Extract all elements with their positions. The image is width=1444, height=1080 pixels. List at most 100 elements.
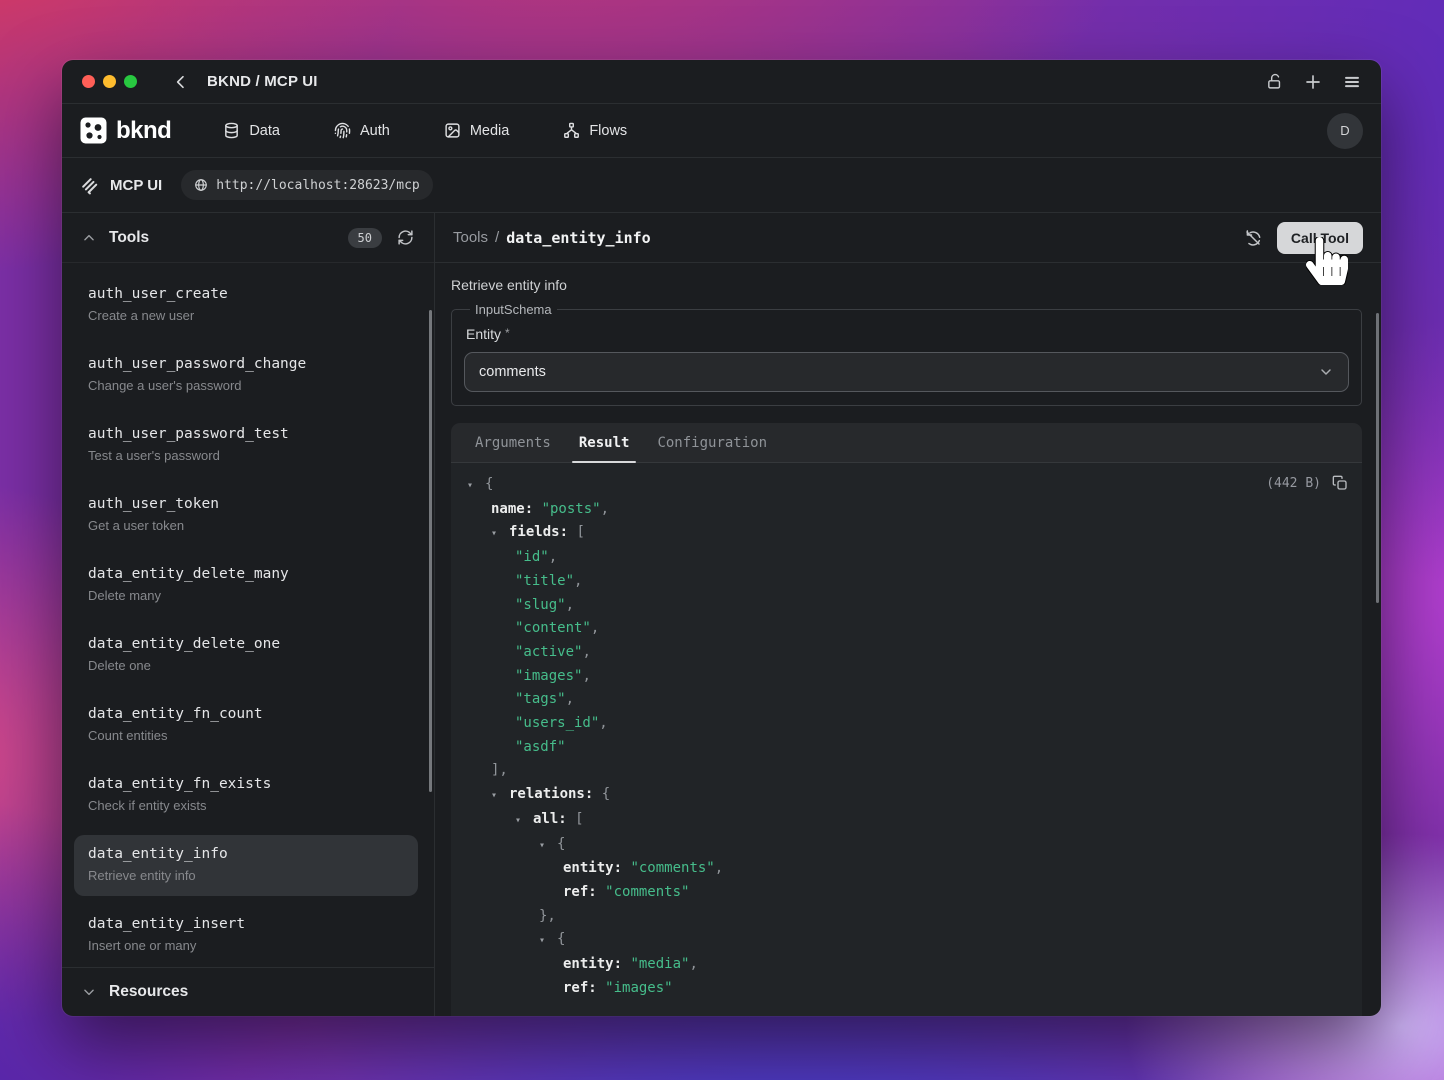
bknd-logo-icon	[80, 117, 107, 144]
json-line: ▾fields: [	[451, 521, 1362, 546]
tool-item[interactable]: data_entity_delete_oneDelete one	[74, 625, 418, 686]
tools-section-header[interactable]: Tools 50	[62, 213, 434, 263]
nav-item-media[interactable]: Media	[444, 122, 510, 139]
tab-configuration[interactable]: Configuration	[650, 423, 774, 462]
json-line: name: "posts",	[451, 498, 1362, 522]
entity-select[interactable]: comments	[464, 352, 1349, 392]
new-tab-icon[interactable]	[1304, 73, 1322, 91]
tab-arguments[interactable]: Arguments	[468, 423, 558, 462]
user-avatar[interactable]: D	[1327, 113, 1363, 149]
tools-count-badge: 50	[348, 228, 382, 248]
json-line: ▾all: [	[451, 808, 1362, 833]
mcp-title: MCP UI	[110, 177, 162, 194]
nav-item-flows[interactable]: Flows	[563, 122, 627, 139]
close-window-button[interactable]	[82, 75, 95, 88]
mcp-logo-icon	[80, 176, 99, 195]
json-code: ▾{name: "posts",▾fields: ["id","title","…	[451, 473, 1362, 1000]
tool-item[interactable]: data_entity_delete_manyDelete many	[74, 555, 418, 616]
tool-description: Change a user's password	[88, 376, 404, 396]
bknd-logo[interactable]: bknd	[80, 117, 171, 145]
tool-item[interactable]: auth_user_password_testTest a user's pas…	[74, 415, 418, 476]
tool-detail-panel: Tools / data_entity_info Call Tool Retri…	[435, 213, 1381, 1016]
entity-select-value: comments	[479, 364, 546, 380]
call-tool-button[interactable]: Call Tool	[1277, 222, 1363, 254]
tool-item[interactable]: data_entity_insertInsert one or many	[74, 905, 418, 966]
menu-icon[interactable]	[1343, 73, 1361, 91]
tool-description: Delete many	[88, 586, 404, 606]
collapse-triangle-icon[interactable]: ▾	[539, 834, 557, 858]
tools-sidebar: Tools 50 auth_user_createCreate a new us…	[62, 213, 435, 1016]
chevron-down-icon	[82, 985, 96, 999]
tool-item[interactable]: data_entity_fn_countCount entities	[74, 695, 418, 756]
tool-list: auth_user_createCreate a new user auth_us…	[62, 263, 434, 967]
json-line: "tags",	[451, 688, 1362, 712]
mcp-url-pill[interactable]: http://localhost:28623/mcp	[181, 170, 433, 200]
input-schema-legend: InputSchema	[470, 302, 557, 317]
tool-name: data_entity_info	[88, 843, 404, 865]
globe-icon	[194, 178, 208, 192]
collapse-triangle-icon[interactable]: ▾	[515, 809, 533, 833]
json-line: "id",	[451, 546, 1362, 570]
mcp-url: http://localhost:28623/mcp	[216, 178, 420, 193]
auto-refresh-off-icon[interactable]	[1244, 229, 1262, 247]
json-line: ▾{	[451, 473, 1362, 498]
tools-header-label: Tools	[109, 229, 149, 247]
tabs-row: Arguments Result Configuration	[451, 423, 1362, 463]
collapse-triangle-icon[interactable]: ▾	[491, 522, 509, 546]
tool-description: Test a user's password	[88, 446, 404, 466]
fingerprint-icon	[334, 122, 351, 139]
zoom-window-button[interactable]	[124, 75, 137, 88]
result-panel: Arguments Result Configuration (442 B) ▾…	[451, 423, 1362, 1016]
json-line: ▾{	[451, 928, 1362, 953]
nav-item-auth[interactable]: Auth	[334, 122, 390, 139]
breadcrumb-root[interactable]: Tools	[453, 229, 488, 246]
tool-item[interactable]: data_entity_infoRetrieve entity info	[74, 835, 418, 896]
tool-description: Check if entity exists	[88, 796, 404, 816]
workflow-icon	[563, 122, 580, 139]
json-line: },	[451, 905, 1362, 929]
json-line: "asdf"	[451, 736, 1362, 760]
json-line: "images",	[451, 665, 1362, 689]
tool-name: data_entity_insert	[88, 913, 404, 935]
refresh-tools-icon[interactable]	[397, 229, 414, 246]
json-line: "slug",	[451, 594, 1362, 618]
brand-wordmark: bknd	[116, 117, 171, 145]
top-navbar: bknd Data Auth Media Flows D	[62, 104, 1381, 158]
tool-item[interactable]: auth_user_password_changeChange a user's…	[74, 345, 418, 406]
resources-section-header[interactable]: Resources	[62, 967, 434, 1016]
tool-item[interactable]: auth_user_tokenGet a user token	[74, 485, 418, 546]
json-line: "title",	[451, 570, 1362, 594]
minimize-window-button[interactable]	[103, 75, 116, 88]
tool-item[interactable]: data_entity_fn_existsCheck if entity exi…	[74, 765, 418, 826]
lock-open-icon[interactable]	[1266, 73, 1283, 90]
tool-detail-header: Tools / data_entity_info Call Tool	[435, 213, 1381, 263]
sidebar-scrollbar-thumb[interactable]	[429, 310, 432, 792]
collapse-triangle-icon[interactable]: ▾	[539, 929, 557, 953]
json-line: ▾relations: {	[451, 783, 1362, 808]
tab-result[interactable]: Result	[572, 423, 637, 462]
tool-name: auth_user_password_change	[88, 353, 404, 375]
copy-icon[interactable]	[1332, 475, 1348, 491]
json-line: "users_id",	[451, 712, 1362, 736]
json-line: ref: "images"	[451, 977, 1362, 1001]
image-icon	[444, 122, 461, 139]
select-chevron-down-icon	[1318, 364, 1334, 380]
tool-item[interactable]: auth_user_createCreate a new user	[74, 275, 418, 336]
result-size-label: (442 B)	[1266, 476, 1321, 491]
tool-name: data_entity_fn_exists	[88, 773, 404, 795]
tool-description: Retrieve entity info	[88, 866, 404, 886]
json-result-viewer: (442 B) ▾{name: "posts",▾fields: ["id","…	[451, 463, 1362, 1016]
tool-description: Retrieve entity info	[451, 277, 1362, 293]
traffic-lights	[82, 75, 137, 88]
required-mark: *	[505, 326, 510, 340]
back-icon[interactable]	[173, 74, 189, 90]
json-line: "active",	[451, 641, 1362, 665]
main-scrollbar-thumb[interactable]	[1376, 313, 1379, 603]
breadcrumb-separator: /	[495, 229, 499, 246]
json-line: ref: "comments"	[451, 881, 1362, 905]
collapse-triangle-icon[interactable]: ▾	[467, 474, 485, 498]
breadcrumb-current: data_entity_info	[506, 229, 651, 247]
collapse-triangle-icon[interactable]: ▾	[491, 784, 509, 808]
nav-item-data[interactable]: Data	[223, 122, 280, 139]
json-line: "content",	[451, 617, 1362, 641]
